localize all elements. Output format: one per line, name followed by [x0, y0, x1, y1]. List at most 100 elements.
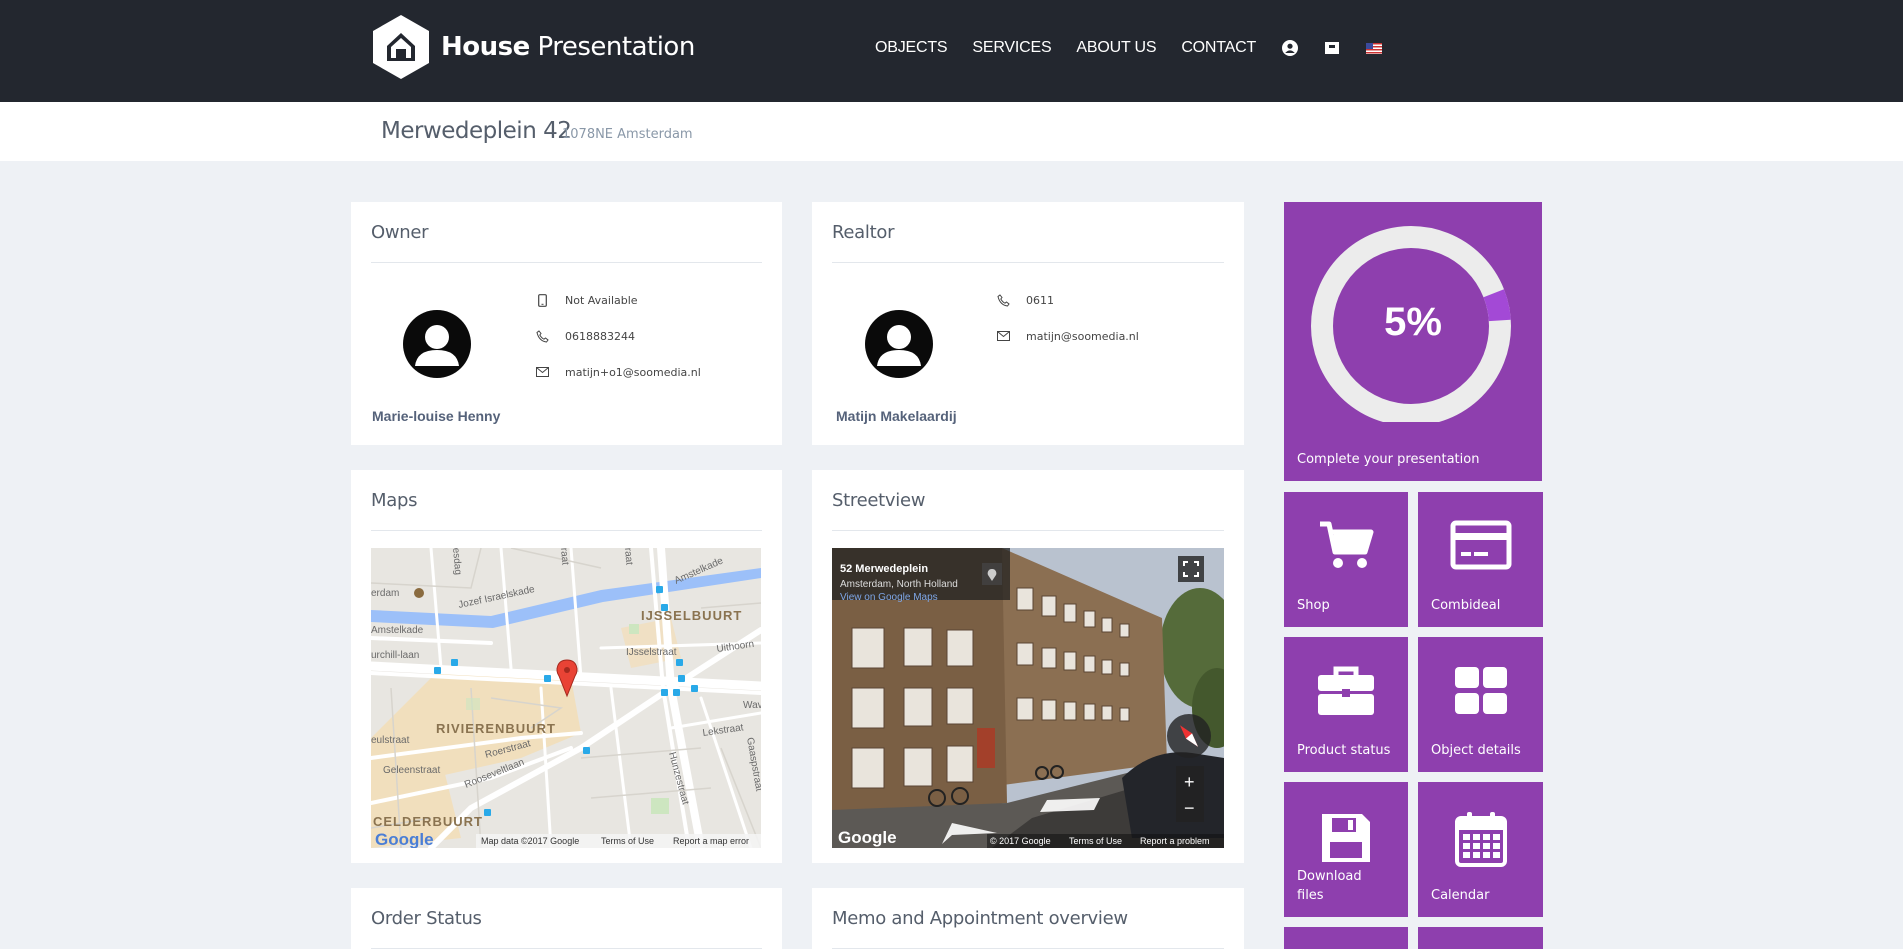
product-status-tile[interactable]: Product status [1284, 637, 1408, 772]
progress-label: Complete your presentation [1297, 452, 1480, 467]
address-bar [0, 102, 1903, 161]
owner-phone-row: 0618883244 [535, 329, 635, 343]
shopping-cart-icon [1320, 521, 1374, 568]
floppy-disk-icon [1322, 814, 1370, 862]
map-label-churchill: urchill-laan [371, 650, 419, 661]
nav-about-us[interactable]: ABOUT US [1076, 39, 1156, 57]
download-files-label-line-1: Download [1297, 869, 1362, 884]
inbox-icon[interactable] [1323, 39, 1341, 57]
maps-card: Maps Jozef Israelskade Amstelkade Amstel… [351, 470, 782, 863]
map-label-ijsselstraat: IJsselstraat [626, 647, 677, 658]
shop-label: Shop [1297, 598, 1330, 613]
calendar-label: Calendar [1431, 888, 1490, 903]
calendar-icon [1454, 812, 1507, 867]
owner-card: Owner Marie-louise Henny Not Available 0… [351, 202, 782, 445]
calendar-tile[interactable]: Calendar [1418, 782, 1543, 917]
nav-objects[interactable]: OBJECTS [875, 39, 948, 57]
map-label-geleenstraat: Geleenstraat [383, 765, 440, 776]
owner-mobile-row: Not Available [535, 293, 638, 307]
map-label-eulstraat: eulstraat [371, 735, 410, 746]
map-label-erdam: erdam [371, 588, 399, 599]
owner-phone[interactable]: 0618883244 [565, 330, 635, 343]
google-streetview[interactable]: 52 Merwedeplein Amsterdam, North Holland… [832, 548, 1224, 848]
divider [371, 262, 762, 263]
maps-card-title: Maps [371, 490, 418, 511]
combideal-tile[interactable]: Combideal [1418, 492, 1543, 627]
realtor-phone[interactable]: 0611 [1026, 294, 1054, 307]
streetview-terms-link[interactable]: Terms of Use [1069, 836, 1122, 846]
brand-logo[interactable]: House Presentation [371, 14, 695, 80]
realtor-avatar [865, 310, 933, 378]
map-label-rivierenbuurt: RIVIERENBUURT [436, 721, 556, 736]
map-canvas: Jozef Israelskade Amstelkade Amstelkade … [371, 548, 761, 848]
phone-icon [535, 329, 549, 343]
phone-icon [996, 293, 1010, 307]
fullscreen-icon[interactable] [1178, 556, 1204, 582]
streetview-card: Streetview 52 Merwedeplein Amsterdam, No… [812, 470, 1244, 863]
google-sv-logo: Google [838, 828, 897, 847]
zoom-out-button[interactable]: − [1184, 798, 1195, 818]
map-label-waver: Wav [743, 700, 761, 711]
us-flag-icon[interactable] [1365, 39, 1383, 57]
divider [832, 530, 1224, 531]
divider [371, 530, 762, 531]
nav-services[interactable]: SERVICES [972, 39, 1051, 57]
map-report-link[interactable]: Report a map error [673, 836, 749, 846]
download-files-label-line-2: files [1297, 888, 1324, 903]
house-logo-icon [373, 15, 429, 79]
streetview-maps-link[interactable]: View on Google Maps [840, 592, 938, 603]
realtor-card-title: Realtor [832, 222, 895, 243]
realtor-card: Realtor Matijn Makelaardij 0611 matijn@s… [812, 202, 1244, 445]
mail-icon [535, 365, 549, 379]
brand-name-light: Presentation [537, 32, 696, 62]
owner-email-row: matijn+o1@soomedia.nl [535, 365, 701, 379]
owner-mobile: Not Available [565, 293, 638, 307]
owner-name: Marie-louise Henny [372, 408, 501, 424]
map-label-raat-1: raat [622, 548, 634, 566]
tile-partial[interactable] [1284, 927, 1408, 949]
map-attribution: Map data ©2017 Google [481, 836, 579, 846]
google-map-logo: Google [375, 830, 434, 848]
product-status-label: Product status [1297, 743, 1391, 758]
map-label-celderbuurt: CELDERBUURT [373, 814, 483, 829]
mail-icon [996, 329, 1010, 343]
shop-tile[interactable]: Shop [1284, 492, 1408, 627]
memo-card: Memo and Appointment overview [812, 888, 1244, 949]
object-details-label: Object details [1431, 743, 1521, 758]
brand-name: House Presentation [441, 32, 695, 62]
zoom-in-button[interactable]: + [1184, 772, 1195, 792]
map-terms-link[interactable]: Terms of Use [601, 836, 654, 846]
owner-avatar [403, 310, 471, 378]
tile-partial[interactable] [1418, 927, 1543, 949]
user-icon[interactable] [1281, 39, 1299, 57]
map-label-amstelkade-left: Amstelkade [371, 625, 424, 636]
owner-email[interactable]: matijn+o1@soomedia.nl [565, 366, 701, 379]
compass-icon[interactable] [1167, 714, 1211, 758]
realtor-phone-row: 0611 [996, 293, 1054, 307]
top-navbar: House Presentation OBJECTS SERVICES ABOU… [0, 0, 1903, 102]
map-label-ijsselbuurt: IJSSELBUURT [641, 608, 742, 623]
google-map[interactable]: Jozef Israelskade Amstelkade Amstelkade … [371, 548, 761, 848]
credit-card-icon [1450, 520, 1511, 570]
streetview-region: Amsterdam, North Holland [840, 579, 958, 590]
streetview-report-link[interactable]: Report a problem [1140, 836, 1210, 846]
memo-title: Memo and Appointment overview [832, 908, 1128, 929]
owner-card-title: Owner [371, 222, 429, 243]
progress-percent: 5% [1384, 300, 1442, 344]
streetview-card-title: Streetview [832, 490, 926, 511]
order-status-title: Order Status [371, 908, 482, 929]
progress-tile[interactable]: 5% Complete your presentation [1284, 202, 1542, 481]
object-details-tile[interactable]: Object details [1418, 637, 1543, 772]
realtor-name: Matijn Makelaardij [836, 408, 957, 424]
realtor-email[interactable]: matijn@soomedia.nl [1026, 330, 1139, 343]
combideal-label: Combideal [1431, 598, 1501, 613]
main-nav: OBJECTS SERVICES ABOUT US CONTACT [875, 39, 1407, 57]
divider [832, 262, 1224, 263]
streetview-copyright: © 2017 Google [990, 836, 1051, 846]
streetview-canvas: 52 Merwedeplein Amsterdam, North Holland… [832, 548, 1224, 848]
nav-contact[interactable]: CONTACT [1181, 39, 1256, 57]
streetview-place: 52 Merwedeplein [840, 563, 928, 575]
nav-arrow-forward-icon[interactable] [1040, 798, 1100, 812]
download-files-label: Download files [1297, 867, 1362, 905]
download-files-tile[interactable]: Download files [1284, 782, 1408, 917]
